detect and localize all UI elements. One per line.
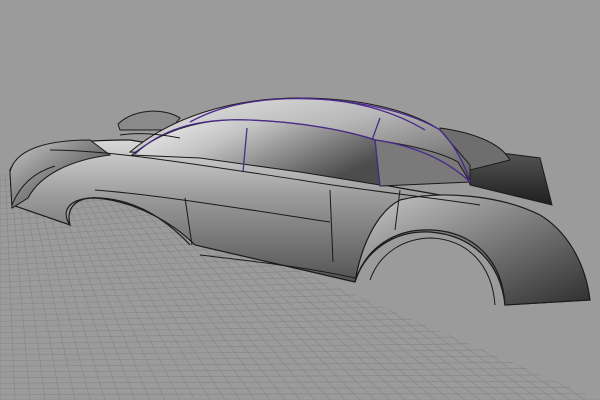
grid-line [0, 305, 454, 316]
viewport-scene[interactable] [0, 0, 600, 400]
grid-line [0, 292, 435, 305]
rear-fender-arch[interactable] [354, 194, 591, 306]
grid-line [0, 280, 415, 294]
rhino-3d-viewport[interactable] [0, 0, 600, 400]
grid-line [0, 298, 445, 311]
grid-line [0, 286, 425, 300]
